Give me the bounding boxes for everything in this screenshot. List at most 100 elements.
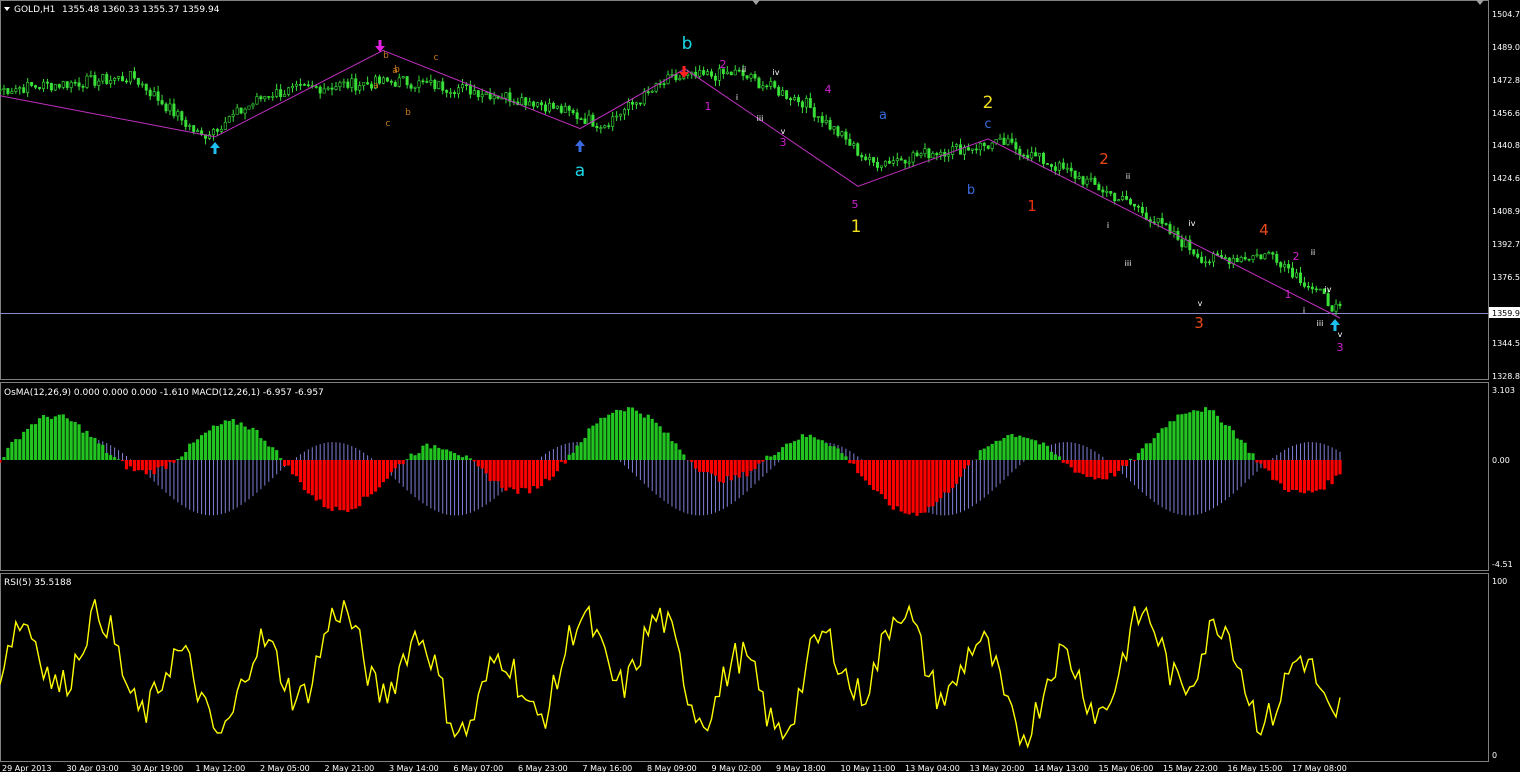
candle-body xyxy=(1057,162,1061,171)
osma-bar xyxy=(1192,410,1196,460)
candle-body xyxy=(1105,191,1109,193)
osma-bar xyxy=(615,409,619,460)
price-tick-label: 1424.6 xyxy=(1492,174,1520,183)
osma-bar xyxy=(931,460,935,507)
osma-bar xyxy=(1326,460,1330,481)
candle-body xyxy=(765,85,769,88)
osma-bar xyxy=(0,460,2,463)
candle-body xyxy=(1077,176,1081,179)
osma-bar xyxy=(654,422,658,460)
osma-bar xyxy=(488,460,492,482)
candle-body xyxy=(812,107,816,118)
candle-body xyxy=(18,87,22,90)
candle-body xyxy=(291,85,295,89)
osma-bar xyxy=(227,420,231,460)
osma-bar xyxy=(555,460,559,472)
candle-body xyxy=(611,116,615,127)
candle-body xyxy=(1136,205,1140,208)
candle-body xyxy=(413,86,417,89)
osma-bar xyxy=(144,460,148,475)
osma-bar xyxy=(101,444,105,460)
osma-bar xyxy=(650,418,654,460)
candle-body xyxy=(65,81,69,88)
shift-marker-icon[interactable] xyxy=(752,0,760,5)
wave-label: iii xyxy=(1317,319,1324,328)
osma-bar xyxy=(6,447,10,460)
candle-body xyxy=(951,146,955,155)
candle-body xyxy=(409,84,413,89)
candle-body xyxy=(472,90,476,95)
wave-label: iii xyxy=(757,114,764,123)
time-tick-label: 2 May 21:00 xyxy=(325,764,375,772)
osma-bar xyxy=(267,446,271,460)
osma-bar xyxy=(824,443,828,460)
osma-bar xyxy=(674,443,678,460)
wave-label: iv xyxy=(1189,219,1196,228)
candle-body xyxy=(1208,261,1212,264)
osma-bar xyxy=(622,411,627,460)
candle-body xyxy=(974,148,978,151)
candle-body xyxy=(136,77,140,85)
candle-body xyxy=(1275,253,1279,263)
osma-bar xyxy=(587,428,591,460)
rsi-header: RSI(5) 35.5188 xyxy=(4,578,72,588)
osma-bar xyxy=(994,440,998,460)
price-tick-label: 1489.0 xyxy=(1492,43,1520,52)
osma-bar xyxy=(962,460,967,469)
time-tick-label: 6 May 07:00 xyxy=(454,764,504,772)
osma-bar xyxy=(77,424,81,460)
osma-bar xyxy=(417,453,421,460)
osma-bar xyxy=(180,456,184,460)
candle-body xyxy=(1045,163,1049,165)
candle-body xyxy=(176,111,180,117)
candle-body xyxy=(243,108,247,114)
candle-body xyxy=(330,87,334,90)
candle-body xyxy=(30,82,34,86)
candle-body xyxy=(81,85,85,88)
osma-bar xyxy=(239,422,243,460)
candle-body xyxy=(883,160,887,167)
osma-bar xyxy=(919,460,923,513)
osma-bar xyxy=(939,460,943,499)
candle-body xyxy=(966,147,970,151)
candle-body xyxy=(970,148,974,151)
osma-bar xyxy=(124,460,129,470)
wave-label: i xyxy=(736,93,738,102)
candle-body xyxy=(1049,164,1053,167)
osma-tick-label: 0.00 xyxy=(1492,456,1510,465)
candle-body xyxy=(911,152,915,163)
trading-chart[interactable]: GOLD,H1 1355.48 1360.33 1355.37 1359.94 … xyxy=(0,0,1520,772)
candle-body xyxy=(338,82,342,87)
wave-labels: ba12abc123412345123abcabcbiiiiiiivviiiii… xyxy=(373,34,1343,354)
candle-body xyxy=(121,76,125,82)
candle-body xyxy=(1125,195,1129,200)
candle-body xyxy=(599,127,603,129)
osma-bar xyxy=(1318,460,1322,490)
osma-bar xyxy=(1045,445,1050,460)
wave-label: 3 xyxy=(1337,341,1344,354)
osma-bar xyxy=(1002,437,1006,460)
autoscroll-marker-icon[interactable] xyxy=(1476,0,1484,5)
osma-bar xyxy=(1014,436,1018,460)
rsi-line xyxy=(0,599,1341,749)
candle-body xyxy=(1271,252,1275,255)
osma-bar xyxy=(1041,442,1046,460)
candle-body xyxy=(350,78,354,88)
osma-bar xyxy=(812,437,816,460)
candle-body xyxy=(753,74,757,79)
osma-bar xyxy=(184,452,188,460)
candle-body xyxy=(1038,152,1042,157)
candle-body xyxy=(872,157,876,163)
window-menu-arrow-icon[interactable] xyxy=(4,7,10,11)
candle-body xyxy=(105,74,109,84)
candle-body xyxy=(678,78,682,81)
candle-body xyxy=(385,77,389,82)
candle-body xyxy=(899,158,903,161)
osma-bar xyxy=(211,425,216,460)
candle-body xyxy=(1192,249,1196,255)
candle-body xyxy=(1006,138,1010,145)
osma-bar xyxy=(611,412,615,460)
osma-bar xyxy=(559,460,563,462)
osma-bar xyxy=(219,424,223,460)
osma-bar xyxy=(310,460,314,496)
